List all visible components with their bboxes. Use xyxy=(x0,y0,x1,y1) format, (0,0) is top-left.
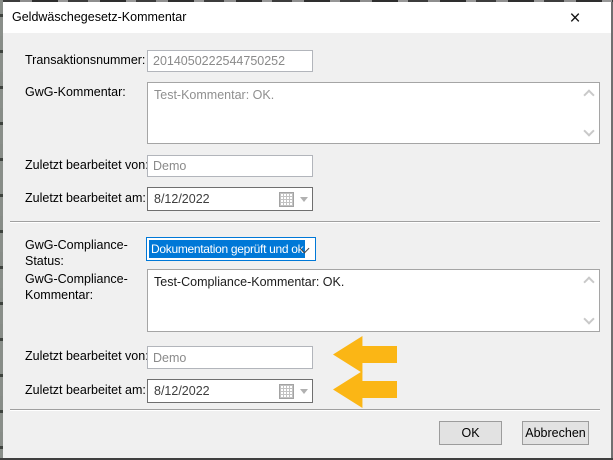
footer-separator xyxy=(10,409,600,411)
transaction-number-field[interactable] xyxy=(147,50,313,72)
edited-on-value-top: 8/12/2022 xyxy=(154,192,210,206)
gwg-comment-textarea-wrap: Test-Kommentar: OK. xyxy=(147,82,600,144)
background-window-left-sliver xyxy=(0,0,3,460)
edited-on-label-bottom: Zuletzt bearbeitet am: xyxy=(25,383,146,398)
compliance-status-label-line2: Status: xyxy=(25,254,64,269)
edited-by-label-top: Zuletzt bearbeitet von: xyxy=(25,158,149,173)
dialog-titlebar: Geldwäschegesetz-Kommentar × xyxy=(3,2,611,33)
compliance-status-combobox[interactable]: Dokumentation geprüft und ok xyxy=(146,237,316,261)
cancel-button[interactable]: Abbrechen xyxy=(522,421,589,445)
compliance-comment-textarea[interactable]: Test-Compliance-Kommentar: OK. xyxy=(148,270,599,331)
compliance-comment-textarea-wrap: Test-Compliance-Kommentar: OK. xyxy=(147,269,600,332)
compliance-comment-label-line2: Kommentar: xyxy=(25,288,93,303)
dialog-title: Geldwäschegesetz-Kommentar xyxy=(12,10,186,24)
calendar-icon xyxy=(279,384,294,399)
dropdown-arrow-icon xyxy=(300,197,308,202)
edited-on-datepicker-top[interactable]: 8/12/2022 xyxy=(147,187,313,211)
transaction-number-label: Transaktionsnummer: xyxy=(25,53,145,68)
section-separator xyxy=(10,221,600,223)
edited-by-field-top[interactable] xyxy=(147,155,313,177)
annotation-arrow-icon xyxy=(333,336,397,373)
dropdown-arrow-icon xyxy=(300,389,308,394)
edited-on-label-top: Zuletzt bearbeitet am: xyxy=(25,191,146,206)
edited-by-field-bottom[interactable] xyxy=(147,346,313,369)
gwg-comment-label: GwG-Kommentar: xyxy=(25,85,126,100)
edited-on-datepicker-bottom[interactable]: 8/12/2022 xyxy=(147,379,313,403)
calendar-icon xyxy=(279,192,294,207)
gwg-comment-dialog: Geldwäschegesetz-Kommentar × Transaktion… xyxy=(0,0,613,460)
edited-by-label-bottom: Zuletzt bearbeitet von: xyxy=(25,349,149,364)
annotation-arrow-icon xyxy=(333,371,397,408)
ok-button[interactable]: OK xyxy=(439,421,502,445)
compliance-status-selected-option: Dokumentation geprüft und ok xyxy=(149,240,305,258)
compliance-comment-label-line1: GwG-Compliance- xyxy=(25,272,128,287)
compliance-status-label-line1: GwG-Compliance- xyxy=(25,238,128,253)
gwg-comment-textarea[interactable]: Test-Kommentar: OK. xyxy=(148,83,599,143)
edited-on-value-bottom: 8/12/2022 xyxy=(154,384,210,398)
close-icon[interactable]: × xyxy=(561,6,589,31)
